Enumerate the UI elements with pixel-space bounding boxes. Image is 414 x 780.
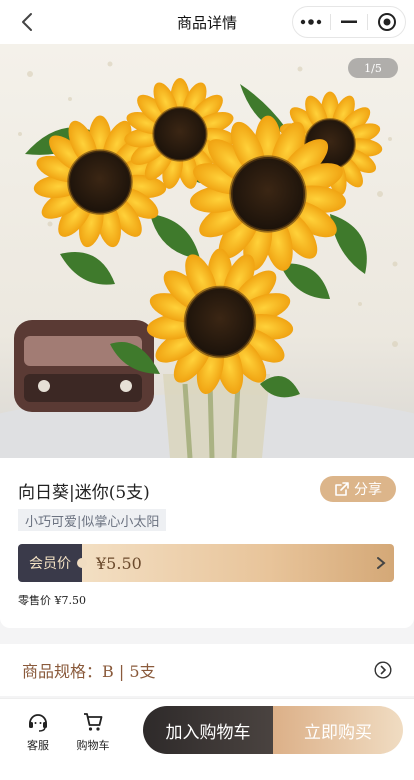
share-icon bbox=[335, 482, 349, 496]
retail-price: 零售价 ¥7.50 bbox=[18, 592, 86, 608]
product-info-card: 向日葵|迷你(5支) 分享 小巧可爱|似掌心小太阳 会员价 ¥5.50 零售价 … bbox=[0, 458, 414, 628]
product-name: 向日葵|迷你(5支) bbox=[18, 483, 150, 503]
retail-price-value: ¥7.50 bbox=[54, 594, 87, 607]
top-nav-bar: 商品详情 bbox=[0, 0, 414, 44]
target-circle-icon[interactable] bbox=[368, 7, 405, 37]
customer-service-label: 客服 bbox=[27, 739, 49, 752]
product-tagline-badge: 小巧可爱|似掌心小太阳 bbox=[18, 509, 167, 531]
member-price-value: ¥5.50 bbox=[82, 544, 394, 582]
spec-text: 商品规格：B | 5支 bbox=[22, 662, 156, 681]
cart-label: 购物车 bbox=[76, 739, 110, 752]
retail-price-label: 零售价 bbox=[18, 594, 51, 607]
share-button[interactable]: 分享 bbox=[320, 476, 396, 502]
chevron-circle-right-icon bbox=[374, 661, 392, 679]
image-pager-indicator: 1/5 bbox=[348, 58, 398, 78]
member-price-label: 会员价 bbox=[18, 544, 87, 582]
bottom-action-bar: 客服 购物车 加入购物车 立即购买 bbox=[0, 698, 414, 780]
minimize-icon[interactable] bbox=[331, 7, 368, 37]
mini-program-capsule bbox=[292, 6, 406, 38]
headset-icon bbox=[29, 714, 47, 732]
product-spec-row[interactable]: 商品规格：B | 5支 bbox=[0, 644, 414, 696]
member-price-bar[interactable]: 会员价 ¥5.50 bbox=[18, 544, 394, 582]
share-label: 分享 bbox=[354, 482, 382, 498]
customer-service-button[interactable]: 客服 bbox=[16, 711, 60, 753]
chevron-right-icon bbox=[377, 557, 386, 569]
more-dots-icon[interactable] bbox=[293, 7, 330, 37]
back-arrow-icon[interactable] bbox=[18, 12, 38, 32]
add-to-cart-button[interactable]: 加入购物车 bbox=[143, 706, 273, 754]
sunflower-product-image bbox=[0, 44, 414, 458]
page-title: 商品详情 bbox=[176, 13, 237, 32]
cart-button[interactable]: 购物车 bbox=[71, 711, 115, 753]
buy-now-button[interactable]: 立即购买 bbox=[273, 706, 403, 754]
product-image-carousel[interactable]: 1/5 bbox=[0, 44, 414, 458]
cart-icon bbox=[84, 713, 103, 731]
